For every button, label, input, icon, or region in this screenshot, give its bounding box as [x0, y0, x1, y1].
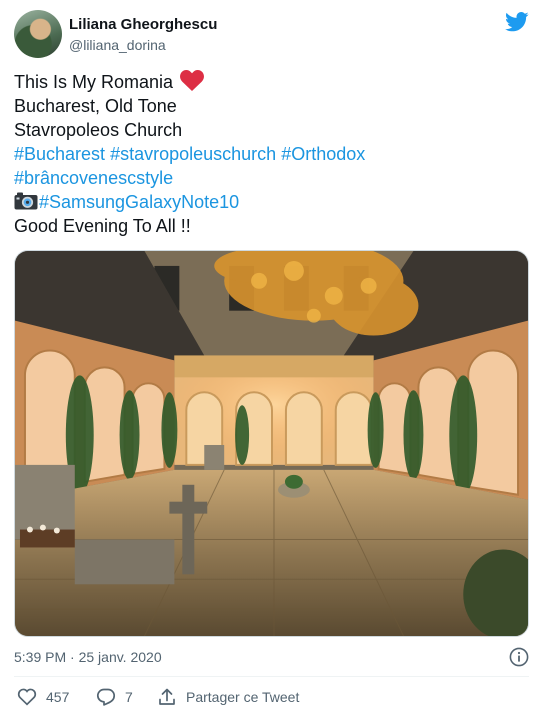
twitter-logo-icon[interactable]: [505, 12, 529, 32]
hashtag-line: #SamsungGalaxyNote10: [14, 190, 529, 214]
hashtag-line: #brâncovenescstyle: [14, 166, 529, 190]
share-label: Partager ce Tweet: [186, 689, 300, 705]
share-icon: [159, 688, 175, 705]
hashtag-link[interactable]: #brâncovenescstyle: [14, 168, 173, 188]
reply-count: 7: [125, 689, 133, 705]
heart-icon: [17, 688, 37, 706]
author-name[interactable]: Liliana Gheorghescu: [69, 16, 217, 33]
tweet-line: Good Evening To All !!: [14, 216, 191, 236]
author-handle[interactable]: @liliana_dorina: [69, 37, 166, 53]
camera-emoji-icon: [14, 192, 38, 210]
heart-emoji-icon: [180, 70, 205, 91]
tweet-line-text: This Is My Romania: [14, 72, 174, 92]
tweet-text: This Is My Romania Bucharest, Old Tone S…: [14, 70, 529, 238]
tweet-timestamp[interactable]: 5:39 PM · 25 janv. 2020: [14, 649, 162, 665]
tweet-line: Stavropoleos Church: [14, 120, 183, 140]
like-count: 457: [46, 689, 70, 705]
tweet-photo[interactable]: [14, 250, 529, 637]
share-button[interactable]: Partager ce Tweet: [157, 686, 299, 708]
reply-icon: [96, 688, 116, 706]
hashtag-line: #Bucharest #stavropoleuschurch #Orthodox: [14, 142, 529, 166]
divider: [14, 676, 529, 677]
hashtag-link[interactable]: #Bucharest: [14, 144, 105, 164]
info-icon[interactable]: [509, 647, 529, 667]
avatar[interactable]: [14, 10, 62, 58]
hashtag-link[interactable]: #SamsungGalaxyNote10: [39, 192, 239, 212]
tweet-line: This Is My Romania: [14, 70, 529, 94]
tweet-line: Bucharest, Old Tone: [14, 96, 177, 116]
like-button[interactable]: 457: [17, 686, 69, 708]
hashtag-link[interactable]: #Orthodox: [281, 144, 365, 164]
church-courtyard-photo: [15, 251, 528, 636]
hashtag-link[interactable]: #stavropoleuschurch: [110, 144, 276, 164]
reply-button[interactable]: 7: [96, 686, 133, 708]
